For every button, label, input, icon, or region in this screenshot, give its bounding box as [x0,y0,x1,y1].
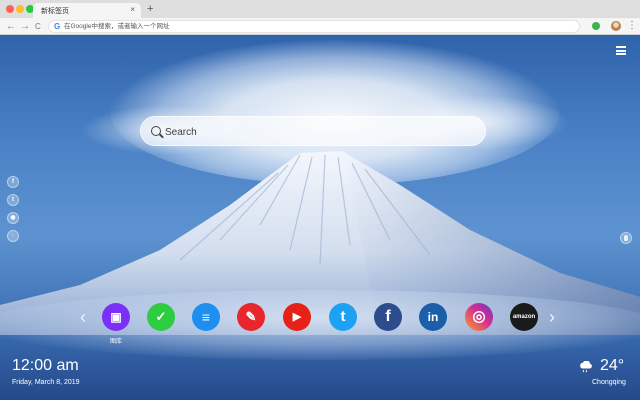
profile-avatar[interactable] [611,21,621,31]
instagram-app-button[interactable]: ◎ [465,303,493,331]
search-input[interactable] [165,124,475,140]
wallpaper [0,35,640,400]
gallery-app-button[interactable]: ▣ [102,303,130,331]
tasks-app-button[interactable]: ✓ [147,303,175,331]
search-box[interactable] [140,116,486,146]
close-window-button[interactable] [6,5,14,13]
facebook-app-button[interactable]: f [374,303,402,331]
amazon-icon: amazon [512,314,536,320]
cloud-sea [0,290,640,360]
weather-temperature: 24° [600,357,625,374]
notification-icon[interactable] [620,232,632,244]
paint-icon: ✎ [245,309,257,324]
tab-title: 新标签页 [41,8,69,15]
amazon-app-button[interactable]: amazon [510,303,538,331]
address-bar[interactable]: G 在Google中搜索，或者输入一个网址 [48,20,580,33]
forward-button[interactable]: → [20,20,30,33]
notes-app-button[interactable]: ≡ [192,303,220,331]
reload-button[interactable]: C [35,20,41,33]
browser-menu-icon[interactable]: ⋮ [627,20,637,32]
youtube-icon: ▶ [292,311,302,323]
linkedin-icon: in [427,310,439,324]
hamburger-menu-icon[interactable] [616,46,626,55]
facebook-icon: f [385,308,391,325]
instagram-icon: ◎ [472,308,486,325]
facebook-icon[interactable]: f [7,176,19,188]
minimize-window-button[interactable] [16,5,24,13]
twitter-icon: t [340,308,346,325]
address-bar-placeholder: 在Google中搜索，或者输入一个网址 [64,23,170,30]
twitter-icon[interactable]: t [7,194,19,206]
twitter-app-button[interactable]: t [329,303,357,331]
google-icon: G [54,22,61,31]
search-icon[interactable] [151,126,161,136]
tab-bar: 新标签页 × + [0,0,640,18]
tab-new-tab[interactable]: 新标签页 × [33,3,141,18]
new-tab-button[interactable]: + [147,2,153,16]
gallery-app-label: 图库 [109,339,122,345]
apps-prev-button[interactable]: ‹ [80,307,86,327]
tasks-icon: ✓ [155,309,167,324]
back-button[interactable]: ← [6,20,16,33]
user-icon[interactable]: ◉ [7,212,19,224]
paint-app-button[interactable]: ✎ [237,303,265,331]
weather-city: Chongqing [592,379,626,386]
clock-date: Friday, March 8, 2019 [12,379,80,386]
extension-icon[interactable] [592,22,600,30]
linkedin-app-button[interactable]: in [419,303,447,331]
youtube-app-button[interactable]: ▶ [283,303,311,331]
tab-close-icon[interactable]: × [130,5,135,14]
cloud-rain-icon [580,361,592,373]
browser-toolbar: ← → C G 在Google中搜索，或者输入一个网址 [0,18,640,35]
notes-icon: ≡ [201,309,211,325]
gallery-icon: ▣ [110,310,122,324]
wechat-icon[interactable]: ◌ [7,230,19,242]
clock-time: 12:00 am [12,357,79,374]
apps-next-button[interactable]: › [549,307,555,327]
